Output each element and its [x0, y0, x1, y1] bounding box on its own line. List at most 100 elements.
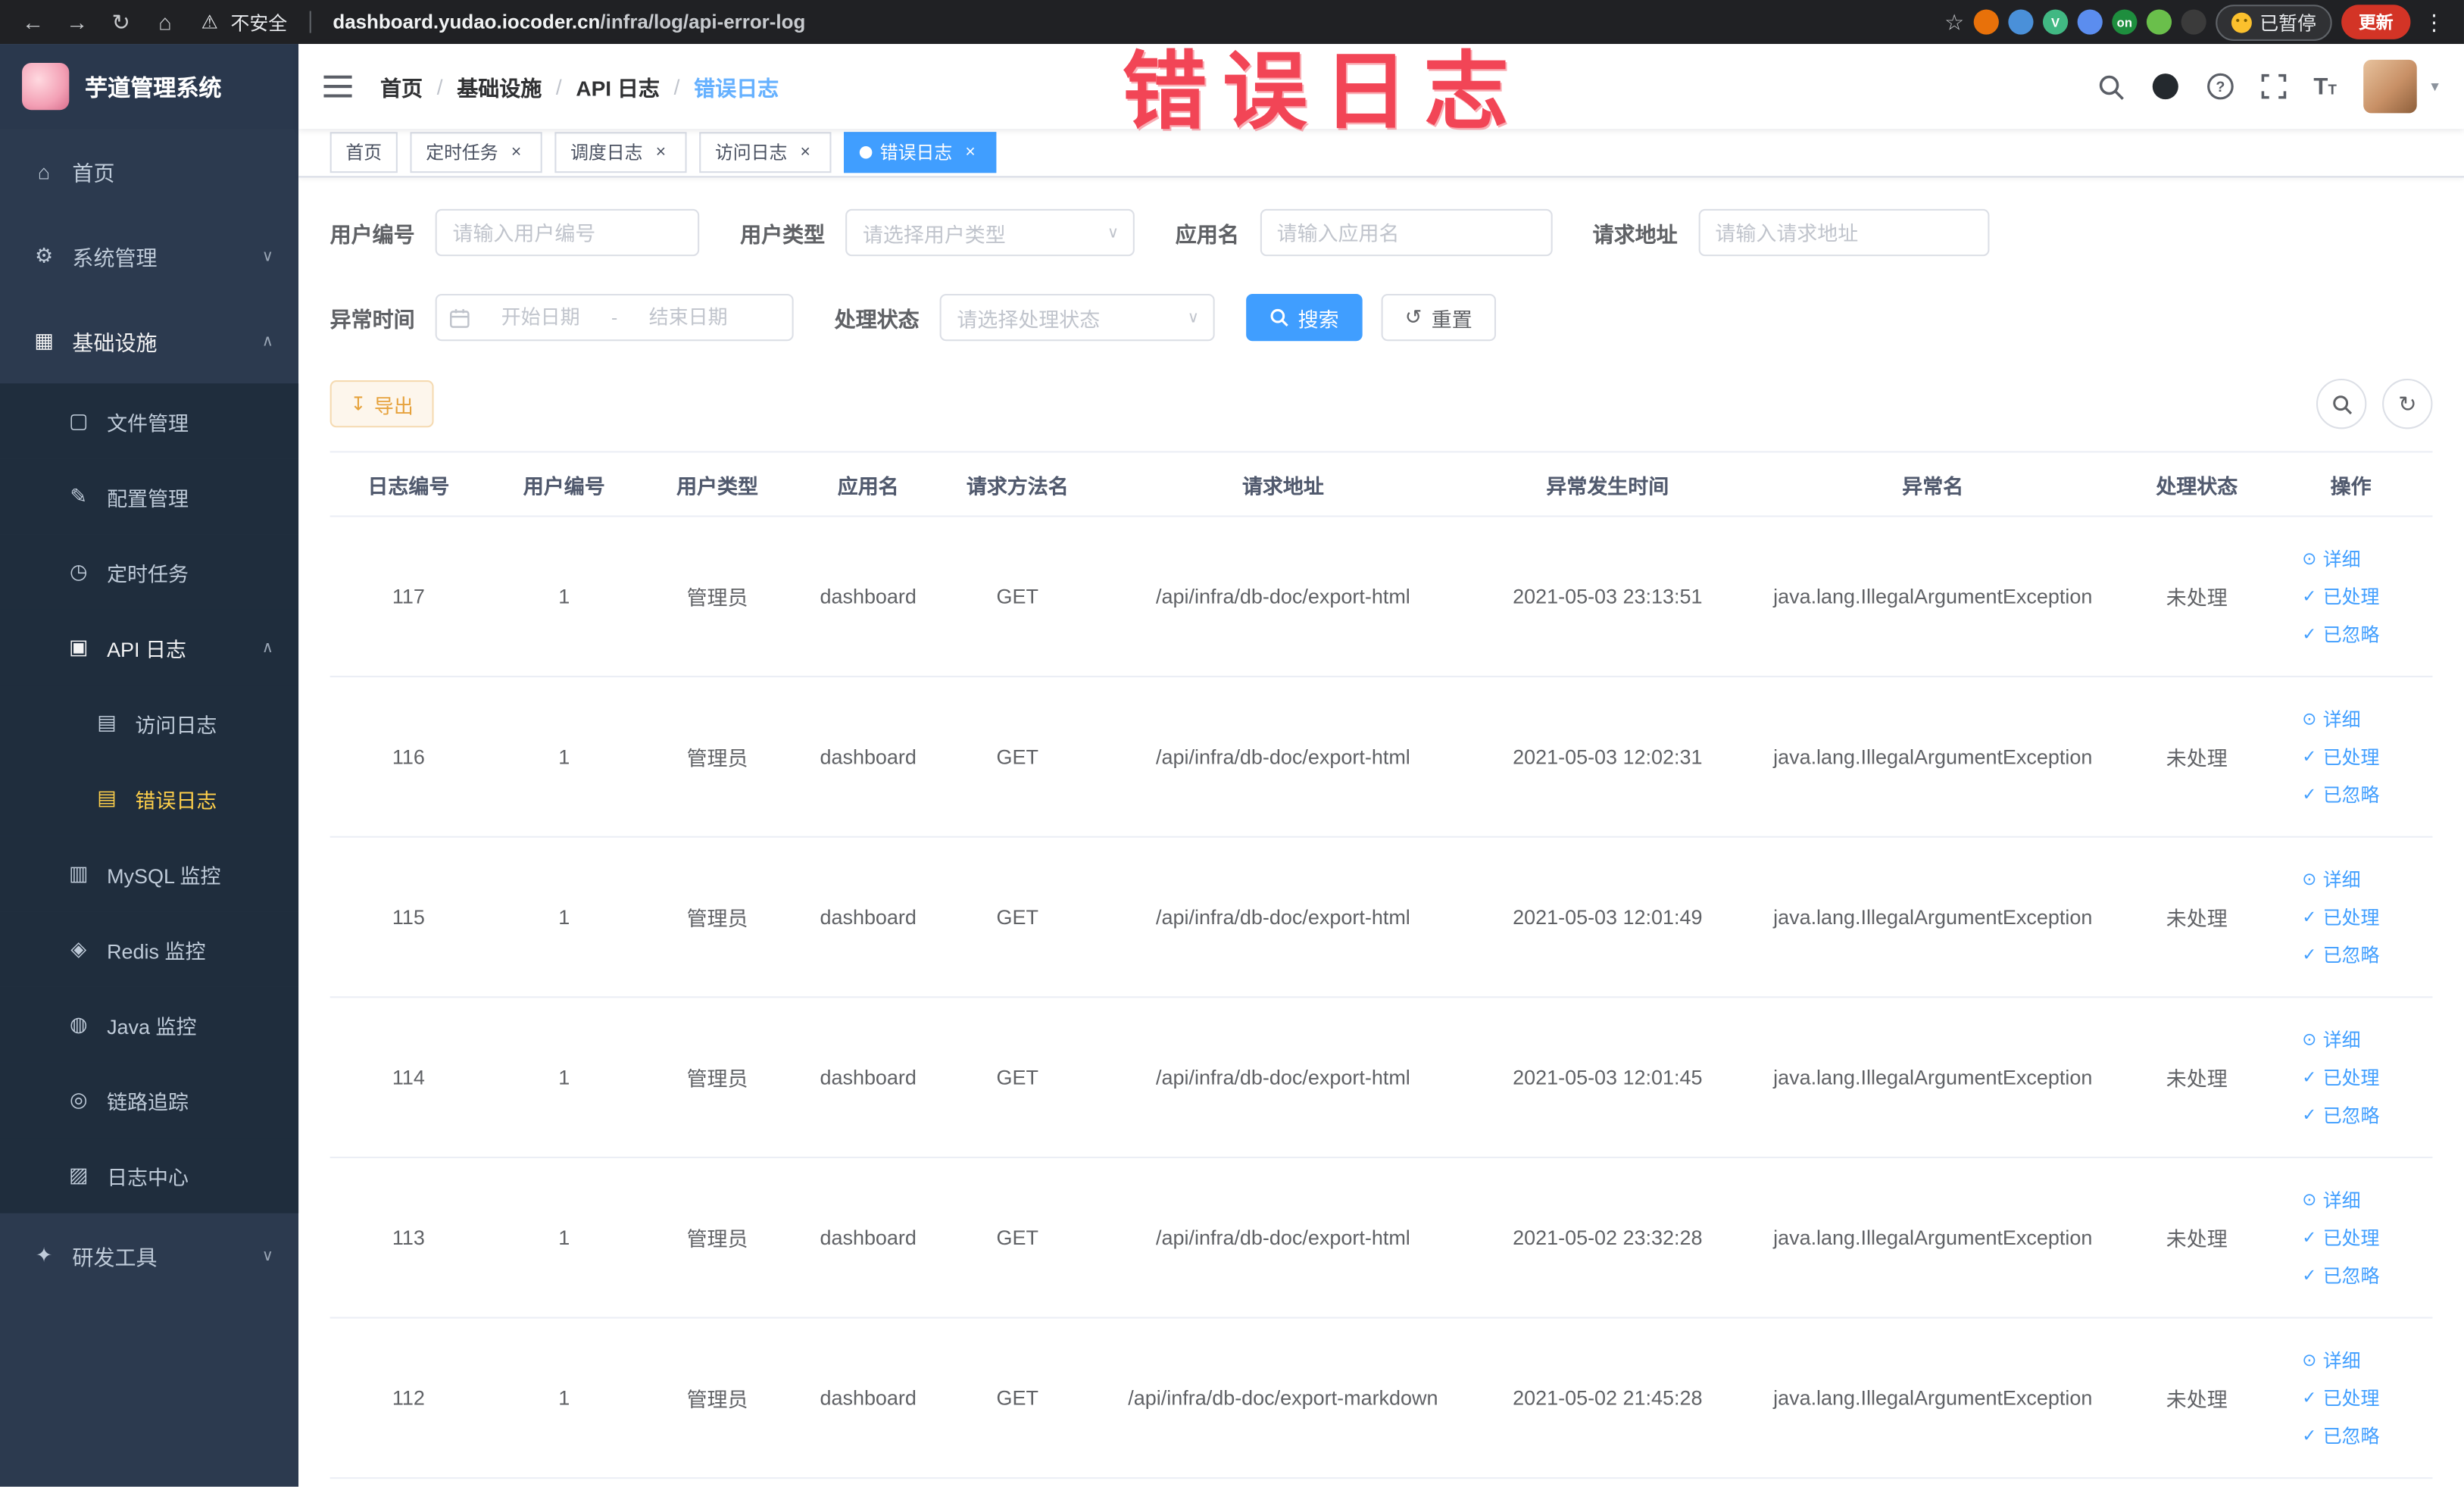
mark-ignored-link[interactable]: ✓ 已忽略: [2302, 620, 2379, 647]
app-name-cell: dashboard: [820, 1065, 917, 1089]
check-icon: ✓: [2302, 587, 2317, 607]
adblock-icon[interactable]: [1973, 9, 1999, 35]
browser-menu-icon[interactable]: ⋮: [2423, 8, 2445, 35]
tags-view: 首页 × 定时任务 × 调度日志 ×: [298, 129, 2464, 178]
detail-link[interactable]: ⊙ 详细: [2302, 705, 2360, 732]
user-id-input[interactable]: [435, 208, 700, 257]
sidebar-item[interactable]: ◎ 链路追踪: [0, 1062, 299, 1139]
detail-link[interactable]: ⊙ 详细: [2302, 866, 2360, 892]
user-type-select[interactable]: 请选择用户类型 ∨: [845, 208, 1135, 257]
breadcrumb-api-log[interactable]: API 日志: [576, 70, 660, 102]
status-cell: 未处理: [2166, 1227, 2228, 1251]
paused-badge[interactable]: 已暂停: [2216, 4, 2332, 40]
date-range-picker[interactable]: -: [435, 293, 794, 342]
update-button[interactable]: 更新: [2341, 5, 2411, 39]
eyedropper-icon[interactable]: [2008, 9, 2034, 35]
filter-row-1: 用户编号 用户类型 请选择用户类型 ∨ 应用名 请求地址: [330, 208, 2433, 257]
mark-processed-link[interactable]: ✓ 已处理: [2302, 904, 2379, 930]
sidebar-item[interactable]: ▨ 日志中心: [0, 1138, 299, 1214]
forward-icon[interactable]: →: [60, 9, 95, 34]
logo[interactable]: 芋道管理系统: [0, 44, 299, 130]
api-log-icon: ▣: [68, 635, 89, 659]
mark-processed-link[interactable]: ✓ 已处理: [2302, 583, 2379, 610]
detail-link[interactable]: ⊙ 详细: [2302, 545, 2360, 572]
search-button[interactable]: 搜索: [1246, 293, 1363, 342]
address-bar[interactable]: dashboard.yudao.iocoder.cn/infra/log/api…: [333, 11, 805, 33]
tag-tab[interactable]: 定时任务 ×: [410, 132, 542, 173]
sidebar-item[interactable]: ▣ API 日志: [0, 609, 299, 686]
export-button[interactable]: ↧ 导出: [329, 380, 434, 428]
refresh-button[interactable]: ↻: [2382, 378, 2433, 430]
sidebar-toggle-icon[interactable]: [323, 75, 352, 98]
breadcrumb-infrastructure[interactable]: 基础设施: [457, 70, 542, 102]
close-icon[interactable]: ×: [506, 142, 526, 163]
mark-ignored-link[interactable]: ✓ 已忽略: [2302, 1423, 2379, 1449]
tag-tab[interactable]: 调度日志 ×: [554, 132, 687, 173]
sidebar-item[interactable]: ▢ 文件管理: [0, 383, 299, 459]
sidebar-item-label: 系统管理: [72, 246, 158, 270]
back-icon[interactable]: ←: [16, 9, 51, 34]
tag-tab[interactable]: 访问日志 ×: [699, 132, 832, 173]
sidebar-item[interactable]: ✦ 研发工具: [0, 1214, 298, 1298]
sidebar-item[interactable]: ◍ Java 监控: [0, 986, 299, 1063]
exception-name-cell: java.lang.IllegalArgumentException: [1773, 584, 2093, 608]
close-icon[interactable]: ×: [651, 142, 671, 163]
reset-button[interactable]: ↺ 重置: [1381, 293, 1496, 342]
status-cell: 未处理: [2166, 1067, 2228, 1091]
chevron-down-icon[interactable]: ▾: [2431, 78, 2438, 95]
proxy-on-icon[interactable]: on: [2112, 9, 2138, 35]
home-icon[interactable]: ⌂: [148, 9, 183, 34]
tag-tab[interactable]: 错误日志 ×: [844, 132, 997, 173]
sidebar-item[interactable]: ▦ 基础设施: [0, 298, 298, 383]
start-date-input[interactable]: [476, 305, 605, 330]
page-content: 用户编号 用户类型 请选择用户类型 ∨ 应用名 请求地址: [298, 177, 2464, 1487]
detail-link[interactable]: ⊙ 详细: [2302, 1026, 2360, 1053]
user-avatar[interactable]: [2363, 59, 2417, 114]
user-id-cell: 1: [558, 904, 570, 929]
check-icon: ✓: [2302, 748, 2317, 767]
status-select[interactable]: 请选择处理状态 ∨: [939, 293, 1215, 342]
mark-ignored-link[interactable]: ✓ 已忽略: [2302, 781, 2379, 808]
fullscreen-icon[interactable]: [2262, 73, 2287, 99]
close-icon[interactable]: ×: [960, 142, 981, 163]
sidebar-item[interactable]: ⚙ 系统管理: [0, 214, 298, 298]
toggle-search-button[interactable]: [2316, 378, 2367, 430]
close-icon[interactable]: ×: [795, 142, 816, 163]
mark-processed-link[interactable]: ✓ 已处理: [2302, 1064, 2379, 1091]
sidebar-item[interactable]: ◈ Redis 监控: [0, 911, 299, 987]
vue-devtools-icon[interactable]: V: [2042, 9, 2069, 35]
extensions-grid-icon[interactable]: [2077, 9, 2103, 35]
sidebar-item[interactable]: ▤ 访问日志: [0, 685, 299, 761]
evernote-icon[interactable]: [2146, 9, 2172, 35]
mark-ignored-link[interactable]: ✓ 已忽略: [2302, 1262, 2379, 1289]
app-name-input[interactable]: [1259, 208, 1552, 257]
mark-ignored-link[interactable]: ✓ 已忽略: [2302, 942, 2379, 968]
tag-tab[interactable]: 首页 ×: [329, 132, 398, 173]
breadcrumb-home[interactable]: 首页: [380, 70, 423, 102]
detail-link[interactable]: ⊙ 详细: [2302, 1186, 2360, 1213]
sidebar-item-label: 配置管理: [107, 486, 189, 511]
search-icon[interactable]: [2098, 73, 2125, 99]
sidebar-item[interactable]: ◷ 定时任务: [0, 534, 299, 610]
sidebar-item-label: 访问日志: [135, 712, 217, 736]
sidebar-item[interactable]: ✎ 配置管理: [0, 458, 299, 535]
sidebar-item[interactable]: ▤ 错误日志: [0, 761, 299, 836]
log-id-cell: 112: [392, 1385, 425, 1410]
mark-processed-link[interactable]: ✓ 已处理: [2302, 1385, 2379, 1411]
bookmark-star-icon[interactable]: ☆: [1944, 8, 1964, 35]
end-date-input[interactable]: [623, 305, 753, 330]
octotree-icon[interactable]: [2181, 9, 2206, 35]
github-icon[interactable]: [2152, 72, 2180, 100]
sidebar-item[interactable]: ▥ MySQL 监控: [0, 836, 299, 912]
mark-processed-link[interactable]: ✓ 已处理: [2302, 1224, 2379, 1251]
request-url-input[interactable]: [1697, 208, 1989, 257]
font-size-icon[interactable]: TT: [2313, 73, 2336, 99]
mark-processed-link[interactable]: ✓ 已处理: [2302, 743, 2379, 770]
detail-link[interactable]: ⊙ 详细: [2302, 1347, 2360, 1373]
help-icon[interactable]: ?: [2206, 72, 2234, 100]
eye-icon: ⊙: [2302, 710, 2317, 729]
reload-icon[interactable]: ↻: [104, 8, 139, 35]
sidebar-item[interactable]: ⌂ 首页: [0, 129, 298, 214]
mark-ignored-link[interactable]: ✓ 已忽略: [2302, 1101, 2379, 1128]
col-status: 处理状态: [2156, 473, 2238, 498]
